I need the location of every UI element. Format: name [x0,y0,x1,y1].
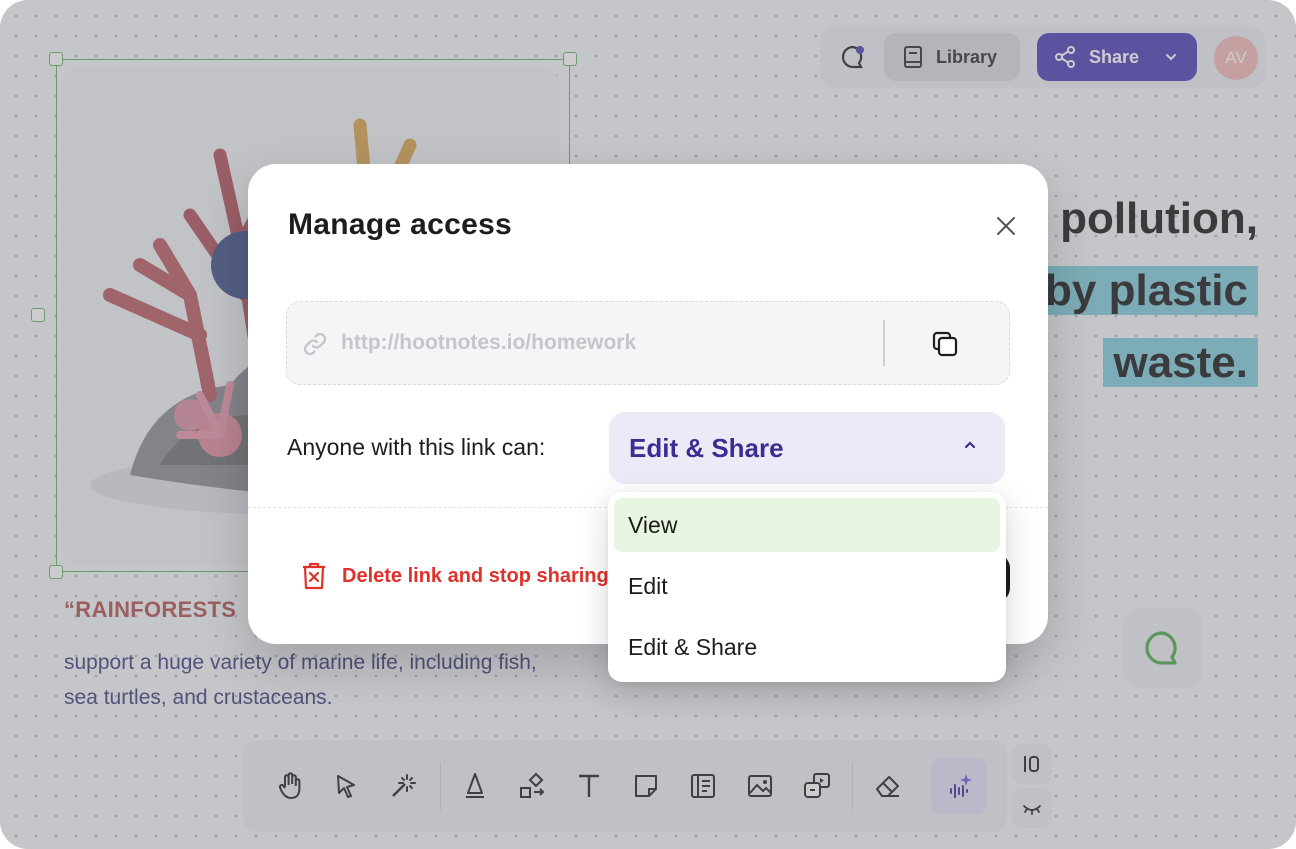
option-edit-and-share[interactable]: Edit & Share [614,620,1000,674]
option-view[interactable]: View [614,498,1000,552]
whiteboard-canvas[interactable]: “RAINFORESTS support a huge variety of m… [0,0,1296,849]
share-link-input[interactable] [341,324,861,362]
chevron-up-icon [964,441,976,449]
copy-icon [932,331,958,357]
share-link-box [286,301,1010,385]
permission-value: Edit & Share [629,432,784,463]
copy-link-button[interactable] [923,324,967,364]
permission-label: Anyone with this link can: [287,434,546,460]
close-button[interactable] [992,212,1020,240]
trash-icon [303,562,325,590]
permission-select[interactable]: Edit & Share [609,412,1005,484]
link-icon [303,332,327,356]
delete-link-button[interactable]: Delete link and stop sharing [300,561,609,591]
close-icon [997,217,1015,235]
link-divider [883,320,885,366]
option-edit[interactable]: Edit [614,559,1000,613]
delete-link-label: Delete link and stop sharing [342,564,609,587]
permission-dropdown-menu: View Edit Edit & Share [608,492,1006,682]
dialog-title: Manage access [288,208,513,241]
